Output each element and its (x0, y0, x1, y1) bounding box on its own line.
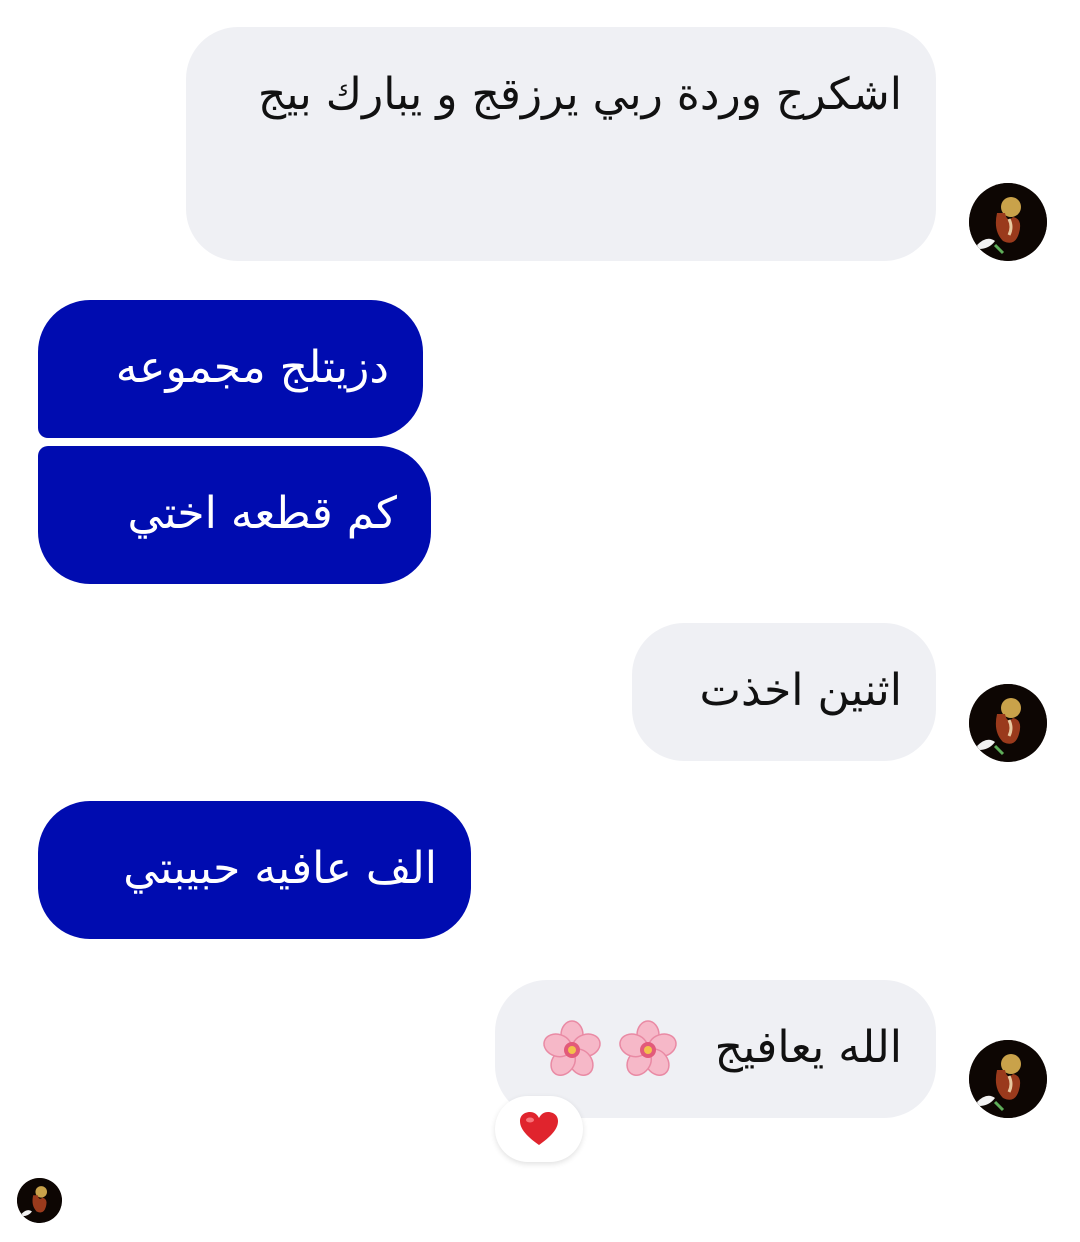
incoming-message-bubble[interactable]: اشكرج وردة ربي يرزقج و يبارك بيج (186, 27, 936, 261)
seen-avatar (17, 1178, 62, 1223)
avatar-image-icon (969, 1040, 1047, 1118)
outgoing-message-bubble[interactable]: كم قطعه اختي (38, 446, 431, 584)
message-text: الله يعافيج (714, 1022, 902, 1073)
outgoing-message-bubble[interactable]: الف عافيه حبيبتي (38, 801, 471, 939)
contact-avatar[interactable] (969, 1040, 1047, 1118)
emoji-group (541, 1004, 679, 1092)
avatar-image-icon (969, 183, 1047, 261)
avatar-image-icon (17, 1178, 62, 1223)
message-text: دزيتلج مجموعه (115, 342, 389, 393)
incoming-message-bubble[interactable]: اثنين اخذت (632, 623, 936, 761)
cherry-blossom-emoji-icon (542, 1020, 601, 1076)
avatar-image-icon (969, 684, 1047, 762)
heart-emoji-icon (520, 1112, 558, 1145)
contact-avatar[interactable] (969, 684, 1047, 762)
message-text: كم قطعه اختي (127, 488, 397, 539)
message-text: اثنين اخذت (699, 665, 902, 716)
outgoing-message-bubble[interactable]: دزيتلج مجموعه (38, 300, 423, 438)
message-text: الف عافيه حبيبتي (123, 843, 437, 894)
contact-avatar[interactable] (969, 183, 1047, 261)
chat-thread: اشكرج وردة ربي يرزقج و يبارك بيج دزيتلج … (0, 0, 1080, 1242)
cherry-blossom-emoji-icon (618, 1020, 677, 1076)
message-text: اشكرج وردة ربي يرزقج و يبارك بيج (257, 69, 902, 120)
reaction-badge[interactable] (495, 1096, 583, 1162)
